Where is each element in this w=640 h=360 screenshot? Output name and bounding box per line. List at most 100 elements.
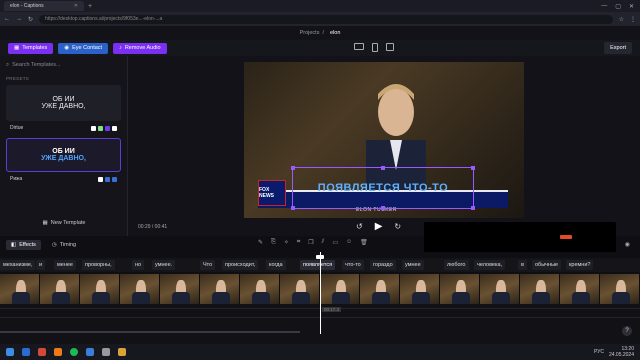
rewind-icon[interactable]: ↺: [356, 222, 363, 231]
keyboard-language[interactable]: РУС: [594, 349, 604, 355]
video-thumbnail: [160, 274, 200, 304]
system-clock[interactable]: 13:20 24.05.2024: [609, 346, 634, 358]
address-bar: ← → ↻ https://desktop.captions.ai/projec…: [0, 12, 640, 26]
close-tab-icon[interactable]: ✕: [74, 1, 78, 11]
word-chip[interactable]: умнее: [402, 260, 424, 270]
caption-overlay[interactable]: ПОЯВЛЯЕТСЯ ЧТО-ТО: [291, 166, 475, 210]
browser-tab[interactable]: elon - Captions ✕: [4, 1, 84, 11]
help-button[interactable]: ?: [622, 326, 632, 336]
template-swatches: [89, 125, 117, 131]
portrait-ratio-icon[interactable]: [372, 43, 378, 52]
word-chip[interactable]: когда: [266, 260, 286, 270]
word-chip[interactable]: человека,: [474, 260, 506, 270]
word-chip[interactable]: умнее.: [152, 260, 176, 270]
spotify-icon[interactable]: [70, 348, 78, 356]
eye-contact-button[interactable]: ◉ Eye Contact: [58, 42, 109, 54]
forward-skip-icon[interactable]: ↻: [394, 222, 401, 231]
back-icon[interactable]: ←: [4, 16, 10, 22]
comment-icon[interactable]: ▭: [332, 239, 338, 246]
playhead-handle[interactable]: [316, 255, 324, 259]
tab-effects[interactable]: ◧ Effects: [6, 240, 41, 250]
word-chip[interactable]: и: [36, 260, 46, 270]
search-input[interactable]: Search Templates...: [12, 62, 61, 68]
timeline-scrollbar[interactable]: [0, 330, 610, 334]
reload-icon[interactable]: ↻: [28, 16, 33, 23]
template-icon: ▦: [14, 44, 20, 51]
color-swatch: [105, 176, 110, 182]
crop-icon[interactable]: ⌗: [297, 239, 300, 246]
video-thumbnail: [240, 274, 280, 304]
tab-timing-label: Timing: [59, 242, 77, 248]
browser-tabbar: elon - Captions ✕ + — ▢ ✕: [0, 0, 640, 12]
windows-start-icon[interactable]: [6, 348, 14, 356]
resize-handle[interactable]: [381, 166, 385, 170]
new-tab-icon[interactable]: +: [88, 3, 92, 10]
duplicate-icon[interactable]: ❐: [308, 239, 313, 246]
word-chip[interactable]: механизме,: [0, 260, 36, 270]
breadcrumb-projects[interactable]: Projects: [300, 30, 320, 36]
video-thumbnail: [320, 274, 360, 304]
resize-handle[interactable]: [381, 206, 385, 210]
aspect-ratio-selector: [354, 43, 394, 52]
split-icon[interactable]: ⫽: [322, 239, 325, 246]
template-search[interactable]: ⌕ Search Templates...: [6, 60, 121, 70]
resize-handle[interactable]: [471, 166, 475, 170]
word-chip[interactable]: но: [132, 260, 145, 270]
breadcrumb-separator: /: [322, 30, 324, 36]
edit-icon[interactable]: ✎: [258, 239, 263, 246]
close-window-icon[interactable]: ✕: [629, 3, 634, 10]
browser-menu-icon[interactable]: ⋮: [630, 16, 636, 23]
template-swatches: [96, 176, 117, 182]
delete-icon[interactable]: 🗑: [360, 239, 368, 246]
taskbar-app-icon[interactable]: [54, 348, 62, 356]
time-readout: 00:29 / 00:41: [138, 224, 168, 230]
presets-heading: PRESETS: [6, 76, 30, 81]
word-chip-active[interactable]: появляется: [300, 260, 336, 270]
landscape-ratio-icon[interactable]: [354, 43, 364, 50]
bookmark-icon[interactable]: ☆: [619, 16, 624, 23]
word-chip[interactable]: менее: [54, 260, 76, 270]
resize-handle[interactable]: [471, 206, 475, 210]
color-swatch: [91, 125, 96, 131]
square-ratio-icon[interactable]: [386, 43, 394, 51]
new-template-button[interactable]: ▦ New Template: [0, 216, 128, 230]
maximize-icon[interactable]: ▢: [615, 3, 621, 10]
resize-handle[interactable]: [291, 206, 295, 210]
taskbar-app-icon[interactable]: [22, 348, 30, 356]
emoji-icon[interactable]: ☺: [346, 239, 352, 246]
word-chip[interactable]: что-то: [342, 260, 364, 270]
timeline-tools: ✎ ⎘ ✧ ⌗ ❐ ⫽ ▭ ☺ 🗑: [258, 239, 368, 246]
word-chip[interactable]: обычные: [532, 260, 562, 270]
word-chip[interactable]: проворны,: [82, 260, 115, 270]
video-thumbnail: [440, 274, 480, 304]
word-chip[interactable]: происходит,: [222, 260, 259, 270]
url-field[interactable]: https://desktop.captions.ai/projects/9f0…: [39, 14, 613, 24]
templates-panel: ⌕ Search Templates... PRESETS ОБ ИИ УЖЕ …: [0, 56, 128, 236]
word-chip[interactable]: любого: [444, 260, 469, 270]
template-card-preview[interactable]: ОБ ИИ УЖЕ ДАВНО,: [6, 85, 121, 121]
template-card-preview-selected[interactable]: ОБ ИИ УЖЕ ДАВНО,: [6, 138, 121, 172]
playhead[interactable]: [320, 252, 321, 334]
play-icon[interactable]: ▶: [375, 221, 383, 232]
taskbar-app-icon[interactable]: [102, 348, 110, 356]
templates-button[interactable]: ▦ Templates: [8, 42, 54, 54]
taskbar-app-icon[interactable]: [38, 348, 46, 356]
scrollbar-thumb[interactable]: [0, 331, 300, 333]
visibility-icon[interactable]: ◉: [625, 241, 630, 248]
remove-audio-button[interactable]: ♪ Remove Audio: [113, 42, 167, 54]
forward-icon[interactable]: →: [16, 16, 22, 22]
word-chip[interactable]: кремни?: [566, 260, 594, 270]
word-chip[interactable]: в: [518, 260, 527, 270]
audio-icon: ♪: [119, 44, 122, 51]
folder-icon[interactable]: [118, 348, 126, 356]
playback-buttons: ↺ ▶ ↻: [356, 221, 401, 232]
taskbar-app-icon[interactable]: [86, 348, 94, 356]
tab-timing[interactable]: ◷ Timing: [47, 240, 81, 250]
resize-handle[interactable]: [291, 166, 295, 170]
minimize-icon[interactable]: —: [601, 3, 607, 10]
word-chip[interactable]: Что: [200, 260, 216, 270]
sparkle-icon[interactable]: ✧: [284, 239, 289, 246]
word-chip[interactable]: гораздо: [370, 260, 396, 270]
link-icon[interactable]: ⎘: [271, 239, 276, 246]
export-button[interactable]: Export: [604, 42, 632, 54]
